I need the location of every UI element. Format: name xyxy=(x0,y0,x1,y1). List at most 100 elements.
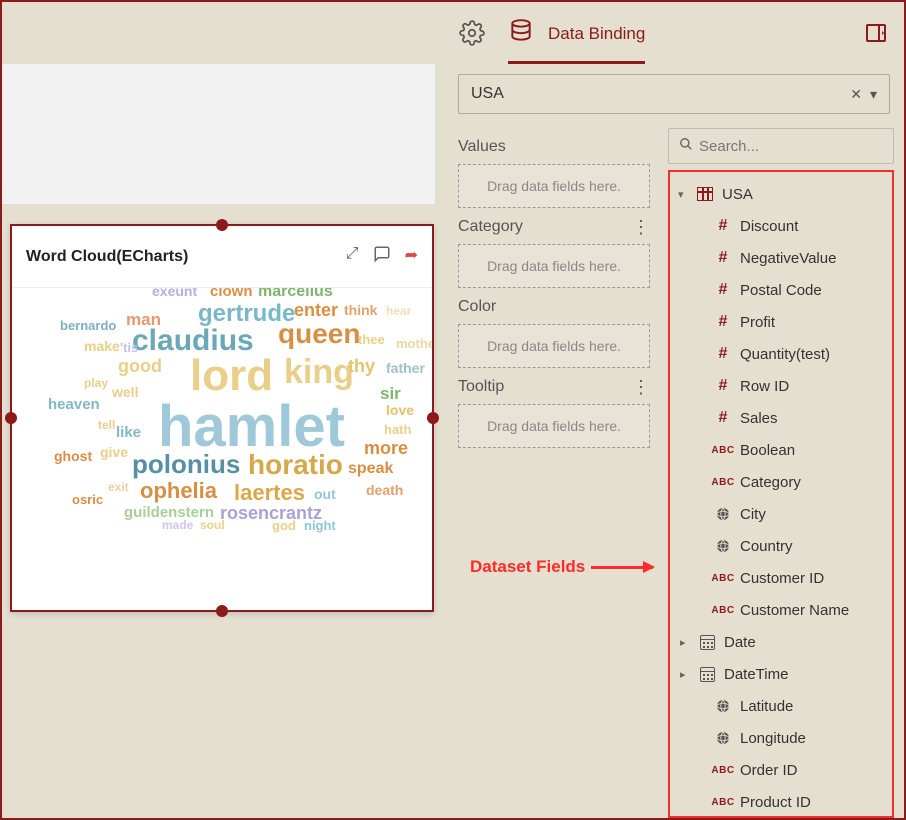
tree-root[interactable]: ▾USA xyxy=(674,178,888,210)
binding-sections: Values Drag data fields here. Category⋮ Dra… xyxy=(444,120,664,818)
field-longitude[interactable]: Longitude xyxy=(674,722,888,754)
database-icon xyxy=(508,18,534,49)
section-label-category: Category⋮ xyxy=(458,218,664,236)
section-menu-icon[interactable]: ⋮ xyxy=(632,218,650,236)
chevron-right-icon[interactable]: ▸ xyxy=(680,668,694,681)
word-king: king xyxy=(284,353,354,392)
search-icon xyxy=(679,137,693,155)
field-label: Product ID xyxy=(740,794,811,811)
word-'tis: 'tis xyxy=(120,340,138,355)
word-enter: enter xyxy=(294,300,338,321)
word-love: love xyxy=(386,402,414,418)
word-man: man xyxy=(126,310,161,330)
field-order-id[interactable]: ABC Order ID xyxy=(674,754,888,786)
section-menu-icon[interactable]: ⋮ xyxy=(632,378,650,396)
search-input[interactable]: Search... xyxy=(668,128,894,164)
field-country[interactable]: Country xyxy=(674,530,888,562)
comment-icon[interactable] xyxy=(373,245,391,268)
word-bernardo: bernardo xyxy=(60,318,116,333)
word-mother: mother xyxy=(396,336,432,351)
field-label: Discount xyxy=(740,218,798,235)
field-discount[interactable]: #Discount xyxy=(674,210,888,242)
word-god: god xyxy=(272,518,296,533)
tab-data-binding[interactable]: Data Binding xyxy=(508,2,645,64)
wordcloud-widget[interactable]: Word Cloud(ECharts) ⤢ ➦ hamletlordkingcl… xyxy=(10,224,434,612)
word-play: play xyxy=(84,376,108,390)
field-row-id[interactable]: #Row ID xyxy=(674,370,888,402)
number-icon: # xyxy=(710,281,736,299)
gear-icon[interactable] xyxy=(458,19,486,47)
expand-icon[interactable]: ⤢ xyxy=(346,245,359,268)
canvas-background xyxy=(2,64,436,204)
text-icon: ABC xyxy=(710,765,736,776)
field-label: Sales xyxy=(740,410,778,427)
word-gertrude: gertrude xyxy=(198,300,295,328)
close-icon[interactable]: ✕ xyxy=(850,86,862,103)
calendar-icon xyxy=(694,667,720,682)
field-label: Customer ID xyxy=(740,570,824,587)
word-hear: hear xyxy=(386,304,411,318)
field-quantity-test-[interactable]: #Quantity(test) xyxy=(674,338,888,370)
field-city[interactable]: City xyxy=(674,498,888,530)
text-icon: ABC xyxy=(710,797,736,808)
field-latitude[interactable]: Latitude xyxy=(674,690,888,722)
field-postal-code[interactable]: #Postal Code xyxy=(674,274,888,306)
globe-icon xyxy=(710,698,736,714)
share-icon[interactable]: ➦ xyxy=(405,245,418,268)
field-label: Row ID xyxy=(740,378,789,395)
field-label: City xyxy=(740,506,766,523)
chevron-down-icon[interactable]: ▾ xyxy=(678,188,692,201)
word-more: more xyxy=(364,438,408,459)
field-label: Country xyxy=(740,538,793,555)
chevron-down-icon[interactable]: ▾ xyxy=(870,86,877,103)
dataset-selector[interactable]: USA ✕ ▾ xyxy=(458,74,890,114)
fields-panel: Search... ▾USA#Discount#NegativeValue#Po… xyxy=(664,120,904,818)
field-boolean[interactable]: ABCBoolean xyxy=(674,434,888,466)
chevron-right-icon[interactable]: ▸ xyxy=(680,636,694,649)
word-give: give xyxy=(100,444,128,460)
top-toolbar: Data Binding xyxy=(444,2,904,64)
field-date[interactable]: ▸Date xyxy=(674,626,888,658)
panel-toggle-icon[interactable] xyxy=(862,19,890,47)
field-negativevalue[interactable]: #NegativeValue xyxy=(674,242,888,274)
calendar-icon xyxy=(694,635,720,650)
globe-icon xyxy=(710,538,736,554)
word-ophelia: ophelia xyxy=(140,478,217,504)
word-sir: sir xyxy=(380,384,401,404)
word-horatio: horatio xyxy=(248,449,343,481)
field-customer-name[interactable]: ABCCustomer Name xyxy=(674,594,888,626)
fields-tree[interactable]: ▾USA#Discount#NegativeValue#Postal Code#… xyxy=(668,170,894,818)
dropzone-category[interactable]: Drag data fields here. xyxy=(458,244,650,288)
dropzone-tooltip[interactable]: Drag data fields here. xyxy=(458,404,650,448)
number-icon: # xyxy=(710,313,736,331)
word-well: well xyxy=(112,384,138,400)
field-label: Postal Code xyxy=(740,282,822,299)
word-make: make xyxy=(84,338,120,354)
section-label-values: Values xyxy=(458,138,664,156)
word-speak: speak xyxy=(348,460,393,478)
section-label-color: Color xyxy=(458,298,664,316)
wordcloud-chart: hamletlordkingclaudiusqueengertrudepolon… xyxy=(12,288,432,614)
dropzone-values[interactable]: Drag data fields here. xyxy=(458,164,650,208)
table-icon xyxy=(692,187,718,201)
field-profit[interactable]: #Profit xyxy=(674,306,888,338)
number-icon: # xyxy=(710,217,736,235)
field-product-id[interactable]: ABC Product ID xyxy=(674,786,888,818)
word-father: father xyxy=(386,360,425,376)
field-sales[interactable]: #Sales xyxy=(674,402,888,434)
tab-label: Data Binding xyxy=(548,24,645,44)
field-customer-id[interactable]: ABCCustomer ID xyxy=(674,562,888,594)
text-icon: ABC xyxy=(710,477,736,488)
word-made: made xyxy=(162,518,193,532)
word-death: death xyxy=(366,482,403,498)
section-label-tooltip: Tooltip⋮ xyxy=(458,378,664,396)
word-soul: soul xyxy=(200,518,225,532)
dropzone-color[interactable]: Drag data fields here. xyxy=(458,324,650,368)
word-out: out xyxy=(314,486,336,502)
field-datetime[interactable]: ▸DateTime xyxy=(674,658,888,690)
field-label: Category xyxy=(740,474,801,491)
field-category[interactable]: ABC Category xyxy=(674,466,888,498)
resize-handle-top[interactable] xyxy=(216,219,228,231)
text-icon: ABC xyxy=(710,605,736,616)
field-label: Order ID xyxy=(740,762,798,779)
